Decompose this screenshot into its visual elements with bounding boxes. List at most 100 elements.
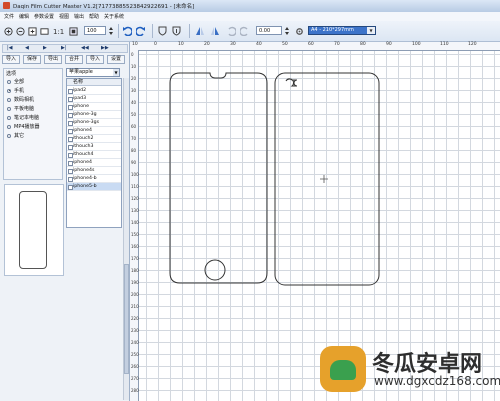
radio-icon [7,133,11,138]
menu-edit[interactable]: 编辑 [19,13,29,20]
svg-text:1:1: 1:1 [53,28,64,36]
record-navigator: |◀ ◀ ▶ ▶| ◀◀ ▶▶ [2,44,128,53]
paper-size-select[interactable]: A4 - 210*297mm ▼ [308,26,376,35]
brand-select[interactable]: 苹果apple ▼ [66,68,120,77]
watermark-logo-icon [320,346,366,392]
first-record-button[interactable]: |◀ [7,45,13,52]
checkbox-icon [68,160,73,166]
list-item[interactable]: ithouch4 [67,151,121,159]
actual-size-icon[interactable] [39,25,49,37]
menu-file[interactable]: 文件 [4,13,14,20]
new-icon[interactable] [3,25,13,37]
watermark-url: www.dgxcdz168.com [374,374,500,388]
checkbox-icon [68,184,73,190]
shield-right-icon[interactable] [171,25,181,37]
import-button[interactable]: 导入 [2,55,20,64]
settings-button[interactable]: 设置 [107,55,125,64]
flip-vertical-icon[interactable] [210,25,220,37]
list-item[interactable]: ipad2 [67,87,121,95]
category-option-mp4[interactable]: MP4播放器 [7,123,40,130]
radio-checked-icon [7,88,11,93]
category-option-laptop[interactable]: 笔记本电脑 [7,114,39,121]
next-record-button[interactable]: ▶ [43,45,47,52]
list-item[interactable]: iphone4s [67,167,121,175]
last-record-button[interactable]: ▶| [61,45,67,52]
chevron-down-icon: ▼ [113,69,119,76]
site-watermark: 冬瓜安卓网 www.dgxcdz168.com [320,340,500,401]
radio-icon [7,97,11,102]
list-item[interactable]: ipad3 [67,95,121,103]
left-panel: |◀ ◀ ▶ ▶| ◀◀ ▶▶ 导入 保存 导出 合并 导入 设置 选项 全部 … [0,42,130,401]
vertical-ruler: 0 10 20 30 40 50 60 70 80 90 100 110 120… [130,50,139,401]
export-button[interactable]: 导出 [44,55,62,64]
zoom-field[interactable]: 100 [84,26,106,35]
rewind-button[interactable]: ◀◀ [81,45,89,52]
scrollbar-thumb[interactable] [124,264,129,374]
category-option-phone[interactable]: 手机 [7,87,24,94]
list-item[interactable]: ithouch2 [67,135,121,143]
category-option-other[interactable]: 其它 [7,132,24,139]
forward-button[interactable]: ▶▶ [101,45,109,52]
menu-parameters[interactable]: 参数设置 [34,13,54,20]
checkbox-icon [68,96,73,102]
menu-help[interactable]: 帮助 [89,13,99,20]
front-film-outline[interactable] [169,72,268,284]
chevron-down-icon: ▼ [367,27,375,34]
zoom-out-icon[interactable] [15,25,25,37]
flip-horizontal-icon[interactable] [195,25,205,37]
list-item[interactable]: iphone4-b [67,175,121,183]
zoom-in-icon[interactable] [27,25,37,37]
radio-icon [7,106,11,111]
left-panel-scrollbar[interactable] [123,78,129,400]
rotate-angle-field[interactable]: 0.00 [256,26,282,35]
shield-left-icon[interactable] [157,25,167,37]
toolbar: 1:1 100 0.00 A4 - 210*297mm ▼ [0,21,500,42]
checkbox-icon [68,144,73,150]
fit-page-icon[interactable] [68,25,78,37]
list-item[interactable]: iphone-3g [67,111,121,119]
category-group: 选项 全部 手机 数码相机 平板电脑 笔记本电脑 MP4播放器 其它 [3,68,63,180]
list-item[interactable]: iphone [67,103,121,111]
list-item-selected[interactable]: iphone5-b [67,183,121,191]
brand-select-value: 苹果apple [69,69,93,75]
rotate-spinner-icon[interactable] [283,25,291,37]
list-item[interactable]: iphone4 [67,127,121,135]
ratio-icon[interactable]: 1:1 [52,25,66,37]
category-option-tablet[interactable]: 平板电脑 [7,105,34,112]
template-preview [4,184,64,276]
import-button-2[interactable]: 导入 [86,55,104,64]
checkbox-icon [68,104,73,110]
paper-size-value: A4 - 210*297mm [311,27,354,33]
model-list-header: 名称 [67,79,121,86]
menu-about[interactable]: 关于系统 [104,13,124,20]
checkbox-icon [68,176,73,182]
checkbox-icon [68,120,73,126]
redo-icon[interactable] [136,25,146,37]
checkbox-icon [68,128,73,134]
merge-button[interactable]: 合并 [65,55,83,64]
list-item[interactable]: iphone-3gs [67,119,121,127]
list-item[interactable]: ithouch3 [67,143,121,151]
checkbox-icon [68,112,73,118]
radio-icon [7,115,11,120]
menu-view[interactable]: 视图 [59,13,69,20]
save-button[interactable]: 保存 [23,55,41,64]
list-item[interactable]: iphone4 [67,159,121,167]
zoom-spinner-icon[interactable] [107,25,115,37]
undo-icon[interactable] [122,25,132,37]
prev-record-button[interactable]: ◀ [25,45,29,52]
rotate-right-icon[interactable] [240,25,250,37]
menu-output[interactable]: 输出 [74,13,84,20]
radio-icon [7,79,11,84]
action-button-row: 导入 保存 导出 合并 导入 设置 [2,55,128,65]
checkbox-icon [68,136,73,142]
radio-icon [7,124,11,129]
settings-icon[interactable] [294,25,304,37]
checkbox-icon [68,152,73,158]
category-group-title: 选项 [6,71,17,77]
category-option-all[interactable]: 全部 [7,78,24,85]
checkbox-icon [68,88,73,94]
window-title: Daqin Film Cutter Master V1.2[7177388552… [13,4,195,10]
category-option-camera[interactable]: 数码相机 [7,96,34,103]
rotate-left-icon[interactable] [226,25,236,37]
